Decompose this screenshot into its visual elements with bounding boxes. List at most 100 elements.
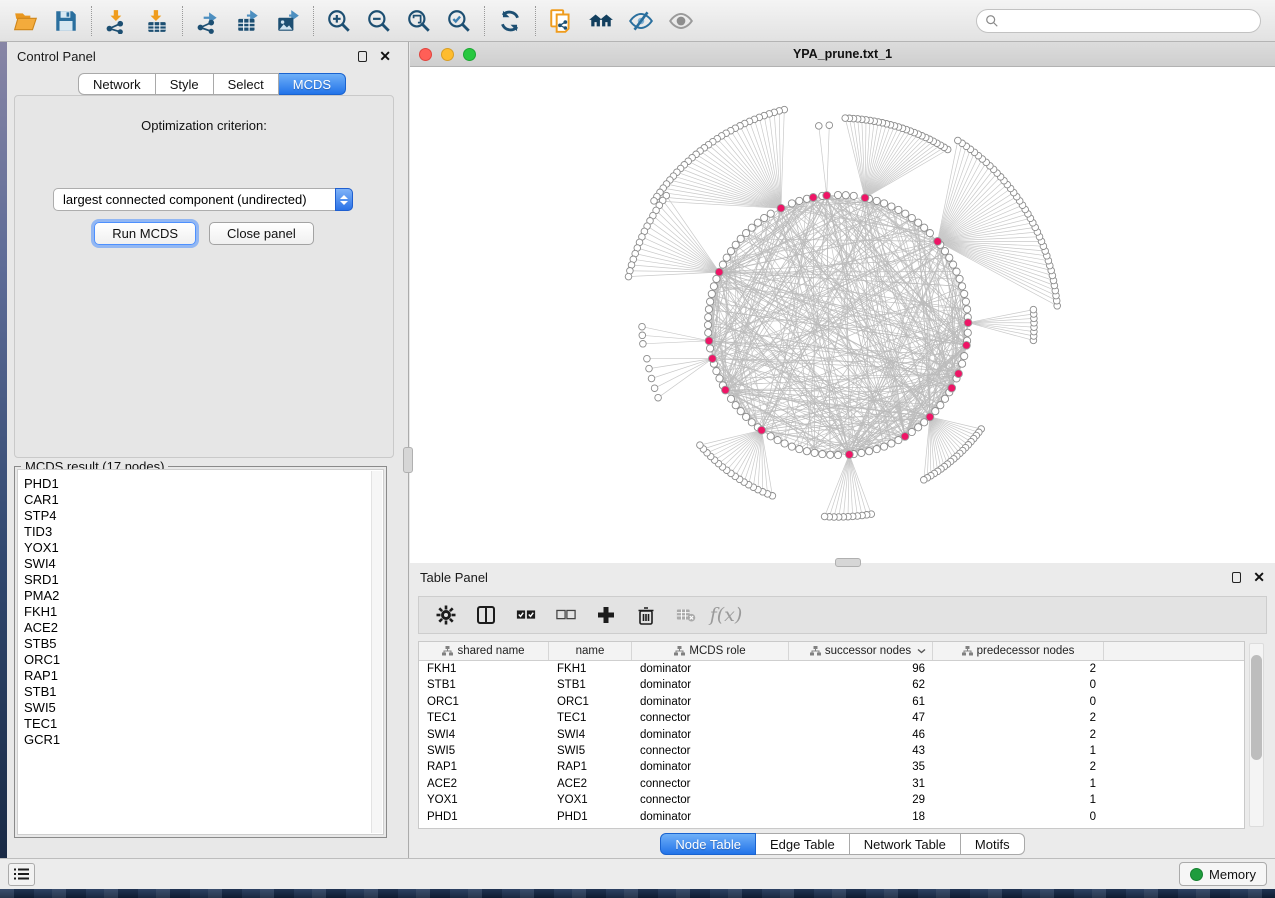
table-panel-titlebar: Table Panel ✕ [410,563,1275,591]
tab-motifs[interactable]: Motifs [961,833,1025,855]
float-table-panel-icon[interactable] [1232,572,1241,583]
task-history-button[interactable] [8,863,35,886]
list-item[interactable]: CAR1 [24,492,383,508]
zoom-in-button[interactable] [319,4,359,38]
list-item[interactable]: FKH1 [24,604,383,620]
list-item[interactable]: STB5 [24,636,383,652]
select-all-button[interactable] [511,600,541,630]
create-column-button[interactable] [591,600,621,630]
list-item[interactable]: SWI5 [24,700,383,716]
criterion-dropdown[interactable]: largest connected component (undirected) [53,188,353,211]
memory-button[interactable]: Memory [1179,862,1267,886]
deselect-all-button[interactable] [551,600,581,630]
list-item[interactable]: YOX1 [24,540,383,556]
tab-select[interactable]: Select [214,73,279,95]
trash-icon [636,605,656,625]
table-scrollbar-thumb[interactable] [1251,655,1262,761]
open-file-button[interactable] [6,4,46,38]
list-item[interactable]: ORC1 [24,652,383,668]
show-all-button[interactable] [661,4,701,38]
table-settings-button[interactable] [431,600,461,630]
fx-icon: f(x) [710,604,743,626]
tab-network[interactable]: Network [78,73,156,95]
table-row[interactable]: ACE2ACE2connector311 [419,776,1244,792]
run-mcds-button[interactable]: Run MCDS [94,222,196,245]
refresh-button[interactable] [490,4,530,38]
list-item[interactable]: PMA2 [24,588,383,604]
delete-column-button[interactable] [631,600,661,630]
tab-mcds[interactable]: MCDS [279,73,346,95]
app-main: Control Panel ✕ Optimization criterion: … [7,42,1275,858]
list-item[interactable]: TEC1 [24,716,383,732]
cell: 0 [933,809,1104,825]
list-item[interactable]: PHD1 [24,476,383,492]
float-panel-icon[interactable] [358,51,367,62]
zoom-out-button[interactable] [359,4,399,38]
table-toolbar: f(x) [418,596,1267,634]
column-header-name[interactable]: name [549,642,632,660]
export-network-button[interactable] [188,4,228,38]
export-table-button[interactable] [228,4,268,38]
table-row[interactable]: TEC1TEC1connector472 [419,710,1244,726]
cell: SWI4 [419,727,549,743]
hide-selected-button[interactable] [621,4,661,38]
column-header-MCDS-role[interactable]: MCDS role [632,642,789,660]
cell: 31 [789,776,933,792]
table-row[interactable]: SWI5SWI5connector431 [419,743,1244,759]
horizontal-splitter-handle[interactable] [835,558,861,567]
close-panel-button[interactable]: Close panel [209,222,314,245]
table-row[interactable]: PHD1PHD1dominator180 [419,809,1244,825]
first-neighbors-button[interactable] [581,4,621,38]
list-item[interactable]: RAP1 [24,668,383,684]
import-table-button[interactable] [137,4,177,38]
network-graph[interactable] [410,67,1275,563]
list-item[interactable]: STP4 [24,508,383,524]
table-panel-tabs: Node TableEdge TableNetwork TableMotifs [410,833,1275,855]
table-row[interactable]: FKH1FKH1dominator962 [419,661,1244,677]
tab-edge-table[interactable]: Edge Table [756,833,850,855]
tab-style[interactable]: Style [156,73,214,95]
list-item[interactable]: TID3 [24,524,383,540]
zoom-selected-button[interactable] [439,4,479,38]
list-icon [14,868,29,880]
close-table-panel-icon[interactable]: ✕ [1253,570,1265,584]
table-row[interactable]: YOX1YOX1connector291 [419,792,1244,808]
function-builder-button[interactable]: f(x) [711,600,741,630]
list-item[interactable]: GCR1 [24,732,383,748]
search-input[interactable] [999,14,1260,28]
table-row[interactable]: RAP1RAP1dominator352 [419,759,1244,775]
zoom-fit-button[interactable] [399,4,439,38]
cell: 47 [789,710,933,726]
network-from-selection-button[interactable] [541,4,581,38]
save-session-button[interactable] [46,4,86,38]
mcds-result-list[interactable]: PHD1CAR1STP4TID3YOX1SWI4SRD1PMA2FKH1ACE2… [17,469,384,835]
table-row[interactable]: STB1STB1dominator620 [419,677,1244,693]
network-canvas[interactable] [410,67,1275,563]
result-scrollbar-track[interactable] [371,471,382,833]
cell: 61 [789,694,933,710]
list-item[interactable]: SWI4 [24,556,383,572]
delete-table-button[interactable] [671,600,701,630]
list-item[interactable]: ACE2 [24,620,383,636]
show-column-button[interactable] [471,600,501,630]
export-image-button[interactable] [268,4,308,38]
table-body: FKH1FKH1dominator962STB1STB1dominator620… [419,661,1244,825]
vertical-splitter-handle[interactable] [403,447,413,473]
column-header-predecessor-nodes[interactable]: predecessor nodes [933,642,1104,660]
import-network-button[interactable] [97,4,137,38]
toolbar-separator [91,6,92,36]
list-item[interactable]: SRD1 [24,572,383,588]
column-header-shared-name[interactable]: shared name [419,642,549,660]
list-item[interactable]: STB1 [24,684,383,700]
column-header-successor-nodes[interactable]: successor nodes [789,642,933,660]
table-scrollbar-track[interactable] [1249,643,1264,827]
search-field[interactable] [976,9,1261,33]
close-panel-icon[interactable]: ✕ [379,49,391,63]
tab-network-table[interactable]: Network Table [850,833,961,855]
cell: PHD1 [419,809,549,825]
network-titlebar[interactable]: YPA_prune.txt_1 [410,42,1275,67]
tab-node-table[interactable]: Node Table [660,833,756,855]
cell: 96 [789,661,933,677]
table-row[interactable]: SWI4SWI4dominator462 [419,727,1244,743]
table-row[interactable]: ORC1ORC1dominator610 [419,694,1244,710]
